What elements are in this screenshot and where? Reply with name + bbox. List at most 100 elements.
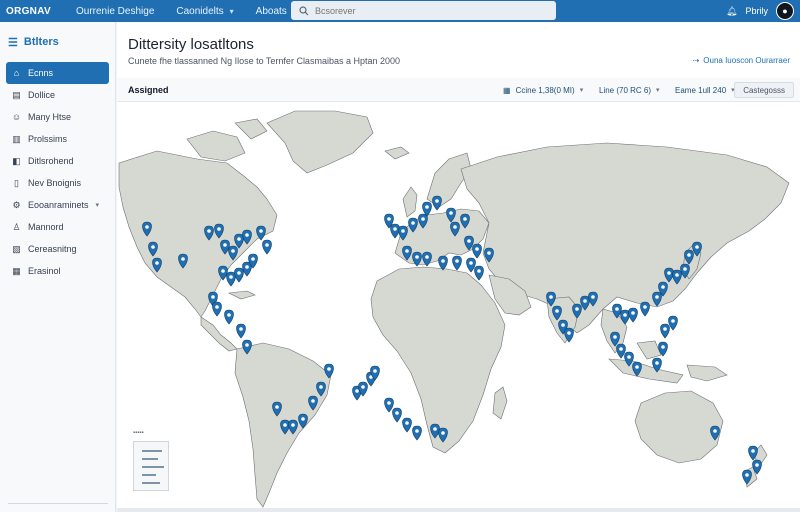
- pin-center: [259, 229, 263, 233]
- location-pin[interactable]: [438, 255, 448, 271]
- location-pin[interactable]: [412, 425, 422, 441]
- landmass-new-guinea: [686, 364, 728, 382]
- sidebar-item-9[interactable]: ▧ Cereasnitng: [6, 238, 109, 260]
- location-pin[interactable]: [224, 309, 234, 325]
- pin-center: [223, 243, 227, 247]
- pin-marker-icon: [226, 271, 236, 287]
- avatar[interactable]: ●: [776, 2, 794, 20]
- pin-center: [623, 313, 627, 317]
- pin-center: [745, 473, 749, 477]
- top-nav-item-1[interactable]: Ourrenie Deshige: [76, 6, 154, 17]
- location-pin[interactable]: [390, 223, 400, 239]
- pin-center: [373, 369, 377, 373]
- location-pin[interactable]: [236, 323, 246, 339]
- user-icon: ♙: [12, 221, 21, 232]
- chevron-down-icon: ▾: [229, 6, 234, 16]
- pin-center: [405, 249, 409, 253]
- location-pin[interactable]: [452, 255, 462, 271]
- pin-center: [411, 221, 415, 225]
- pin-center: [555, 309, 559, 313]
- location-pin[interactable]: [640, 301, 650, 317]
- pin-marker-icon: [234, 267, 244, 283]
- sidebar-item-2[interactable]: ▤ Dollice: [6, 84, 109, 106]
- landmass-britain: [402, 186, 418, 218]
- sidebar-item-3[interactable]: ☺ Many Htse: [6, 106, 109, 128]
- legend-row: [142, 466, 164, 468]
- sidebar-item-10[interactable]: ▦ Erasinol: [6, 260, 109, 282]
- filter-dropdown-3[interactable]: Eame 1ull 240 ▾: [671, 82, 739, 98]
- pin-center: [237, 237, 241, 241]
- pin-marker-icon: [452, 255, 462, 271]
- pin-marker-icon: [474, 265, 484, 281]
- filter-dropdown-1[interactable]: ▦ Ccine 1,38(0 MI) ▾: [499, 82, 587, 98]
- location-pin[interactable]: [472, 243, 482, 259]
- pin-center: [415, 255, 419, 259]
- sidebar-divider: [8, 503, 108, 504]
- people-icon: ☺: [11, 112, 22, 122]
- pin-center: [229, 275, 233, 279]
- app-logo[interactable]: ORGNAV: [0, 0, 56, 22]
- pin-center: [239, 327, 243, 331]
- location-pin[interactable]: [432, 195, 442, 211]
- pin-marker-icon: [392, 407, 402, 423]
- pin-center: [425, 205, 429, 209]
- categories-button[interactable]: Castegosss: [734, 82, 794, 98]
- sidebar-item-label: Ecnns: [28, 68, 54, 78]
- document-icon: ▤: [12, 89, 21, 100]
- logo-text: ORGNAV: [6, 5, 51, 17]
- user-area: 🔔︎ Pbrily ●: [726, 2, 794, 20]
- search-input[interactable]: [315, 5, 535, 16]
- filter-dropdown-2[interactable]: Line (70 RC 6) ▾: [595, 82, 664, 98]
- location-pin[interactable]: [262, 239, 272, 255]
- pin-marker-icon: [212, 301, 222, 317]
- pin-center: [265, 243, 269, 247]
- sidebar-title: Btlters: [23, 36, 59, 48]
- location-pin[interactable]: [402, 417, 412, 433]
- world-map[interactable]: ▪▪▪▪▪: [117, 103, 800, 512]
- pin-center: [221, 269, 225, 273]
- pin-center: [283, 423, 287, 427]
- sidebar-item-1[interactable]: ⌂ Ecnns: [6, 62, 109, 84]
- location-pin[interactable]: [466, 257, 476, 273]
- help-link[interactable]: ⇢ Ouna Iuoscon Ourarraer: [693, 56, 790, 65]
- pin-center: [667, 271, 671, 275]
- location-pin[interactable]: [226, 271, 236, 287]
- sidebar-item-6[interactable]: ▯ Nev Bnoignis: [6, 172, 109, 194]
- user-label[interactable]: Pbrily: [745, 6, 768, 16]
- landmass-central-america: [200, 316, 238, 352]
- top-nav-item-3[interactable]: Aboats: [256, 6, 287, 17]
- location-pin[interactable]: [234, 267, 244, 283]
- location-pin[interactable]: [616, 343, 626, 359]
- location-pin[interactable]: [660, 323, 670, 339]
- landmass-greenland: [266, 110, 374, 174]
- sidebar-item-label: Prolssims: [28, 134, 68, 144]
- location-pin[interactable]: [392, 407, 402, 423]
- home-icon: ⌂: [13, 68, 20, 78]
- location-pin[interactable]: [474, 265, 484, 281]
- sidebar-item-4[interactable]: ▥ Prolssims: [6, 128, 109, 150]
- horizontal-scrollbar[interactable]: [117, 508, 800, 512]
- location-pin[interactable]: [668, 315, 678, 331]
- grid-icon: ▦: [12, 265, 21, 276]
- folder-icon: ▥: [12, 133, 21, 144]
- pin-center: [627, 355, 631, 359]
- sidebar-item-8[interactable]: ♙ Mannord: [6, 216, 109, 238]
- notification-icon[interactable]: 🔔︎: [726, 6, 737, 17]
- legend-panel: [133, 441, 169, 491]
- pin-center: [561, 323, 565, 327]
- dropdown-label: Line (70 RC 6): [599, 85, 652, 95]
- pin-center: [355, 389, 359, 393]
- chevron-down-icon: ▾: [95, 202, 100, 209]
- location-pin[interactable]: [628, 307, 638, 323]
- search-box[interactable]: [291, 1, 556, 20]
- pin-marker-icon: [236, 323, 246, 339]
- sidebar-item-7[interactable]: ⚙ Eooanraminets ▾: [6, 194, 109, 216]
- map-canvas[interactable]: [117, 103, 800, 512]
- location-pin[interactable]: [212, 301, 222, 317]
- sidebar-item-5[interactable]: ◧ Ditlsrohend: [6, 150, 109, 172]
- legend-title: ▪▪▪▪▪: [133, 430, 144, 436]
- pin-center: [655, 295, 659, 299]
- location-pin[interactable]: [384, 397, 394, 413]
- top-nav-item-2[interactable]: Caonidelts ▾: [176, 6, 233, 17]
- pin-center: [661, 285, 665, 289]
